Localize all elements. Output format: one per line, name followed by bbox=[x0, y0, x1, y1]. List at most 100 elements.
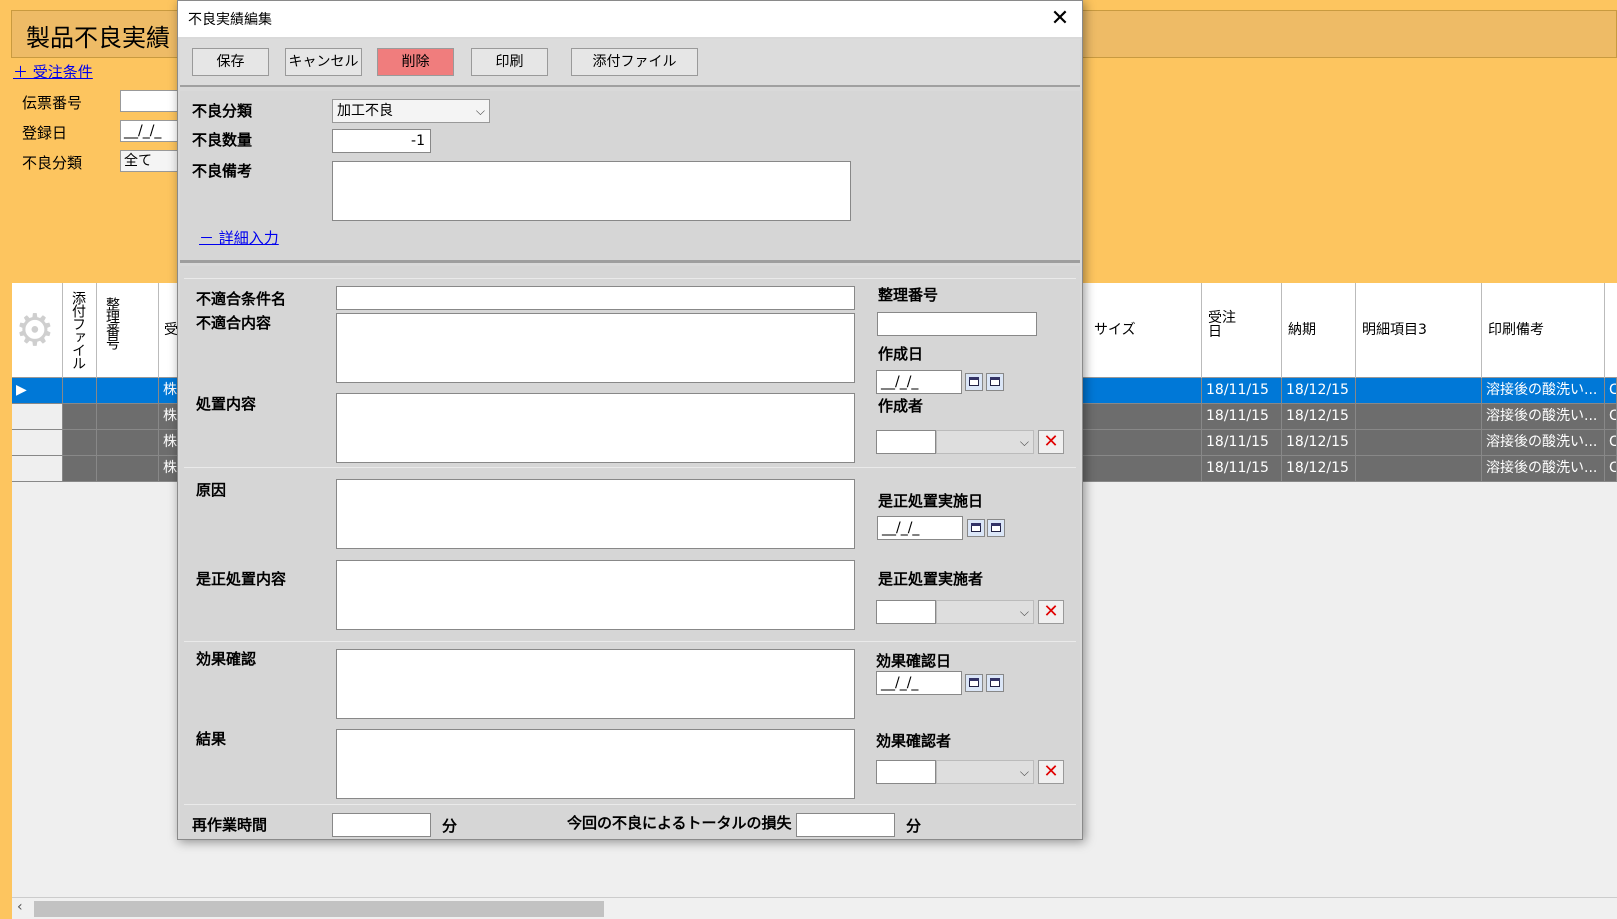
cell[interactable]: 株 bbox=[159, 404, 179, 430]
cancel-button[interactable]: キャンセル bbox=[285, 48, 362, 76]
calendar-grid-icon[interactable] bbox=[986, 674, 1004, 692]
total-loss-input[interactable] bbox=[796, 813, 895, 837]
attach-file-button[interactable]: 添付ファイル bbox=[571, 48, 698, 76]
cell[interactable] bbox=[1082, 430, 1202, 456]
cell[interactable] bbox=[1082, 404, 1202, 430]
cell[interactable] bbox=[97, 456, 159, 482]
grid-header-seiri[interactable]: 整理番号 bbox=[97, 283, 159, 378]
cell-detail3[interactable] bbox=[1356, 404, 1482, 430]
cell[interactable]: 株 bbox=[159, 456, 179, 482]
calendar-icon[interactable] bbox=[965, 373, 983, 391]
gear-icon[interactable]: ⚙ bbox=[15, 305, 54, 356]
corrective-person-clear-icon[interactable]: ✕ bbox=[1038, 600, 1064, 624]
calendar-icon[interactable] bbox=[967, 519, 985, 537]
defect-category-select[interactable]: 加工不良 ⌵ bbox=[332, 99, 490, 123]
grid-header-settings[interactable]: ⚙ bbox=[12, 283, 63, 378]
treatment-textarea[interactable] bbox=[336, 393, 855, 463]
cell[interactable] bbox=[1082, 456, 1202, 482]
creator-select[interactable]: ⌵ bbox=[936, 430, 1034, 454]
row-indicator[interactable] bbox=[12, 456, 63, 482]
rework-time-input[interactable] bbox=[332, 813, 431, 837]
cell-print-note[interactable]: 溶接後の酸洗い... bbox=[1482, 378, 1605, 404]
dialog-titlebar: 不良実績編集 ✕ bbox=[178, 1, 1082, 37]
filter-label-defect-category: 不良分類 bbox=[22, 154, 83, 172]
grid-header-order-date[interactable]: 受注日 bbox=[1202, 283, 1282, 378]
corrective-person-select[interactable]: ⌵ bbox=[936, 600, 1034, 624]
print-button[interactable]: 印刷 bbox=[471, 48, 548, 76]
cell[interactable] bbox=[63, 404, 97, 430]
row-indicator[interactable] bbox=[12, 404, 63, 430]
cell-detail3[interactable] bbox=[1356, 378, 1482, 404]
filter-select-defect-category[interactable]: 全て bbox=[120, 150, 180, 172]
grid-header-seiri-label: 整理番号 bbox=[104, 297, 120, 349]
corrective-person-code-input[interactable] bbox=[876, 600, 936, 624]
effect-person-code-input[interactable] bbox=[876, 760, 936, 784]
save-button[interactable]: 保存 bbox=[192, 48, 269, 76]
cell[interactable]: C bbox=[1605, 378, 1617, 404]
cell[interactable] bbox=[63, 378, 97, 404]
cell[interactable] bbox=[1082, 378, 1202, 404]
detail-input-toggle-link[interactable]: － 詳細入力 bbox=[199, 227, 279, 248]
seiri-number-input[interactable] bbox=[877, 312, 1037, 336]
cell-detail3[interactable] bbox=[1356, 456, 1482, 482]
cell-print-note[interactable]: 溶接後の酸洗い... bbox=[1482, 404, 1605, 430]
chevron-down-icon: ⌵ bbox=[1019, 605, 1029, 619]
order-conditions-link[interactable]: ＋ 受注条件 bbox=[13, 61, 93, 82]
cell[interactable] bbox=[97, 404, 159, 430]
grid-header-due[interactable]: 納期 bbox=[1282, 283, 1356, 378]
effect-person-clear-icon[interactable]: ✕ bbox=[1038, 760, 1064, 784]
grid-header-size[interactable]: サイズ bbox=[1082, 283, 1202, 378]
cell[interactable]: C bbox=[1605, 456, 1617, 482]
defect-quantity-input[interactable]: -1 bbox=[332, 129, 431, 153]
row-indicator[interactable] bbox=[12, 430, 63, 456]
delete-button[interactable]: 削除 bbox=[377, 48, 454, 76]
cell-order-date[interactable]: 18/11/15 bbox=[1202, 456, 1282, 482]
cell-due[interactable]: 18/12/15 bbox=[1282, 378, 1356, 404]
row-indicator[interactable]: ▶ bbox=[12, 378, 63, 404]
grid-header-print-note[interactable]: 印刷備考 bbox=[1482, 283, 1605, 378]
cell[interactable] bbox=[63, 456, 97, 482]
creator-code-input[interactable] bbox=[876, 430, 936, 454]
cell-due[interactable]: 18/12/15 bbox=[1282, 404, 1356, 430]
cell-print-note[interactable]: 溶接後の酸洗い... bbox=[1482, 430, 1605, 456]
grid-header-ju[interactable]: 受 bbox=[159, 283, 179, 378]
filter-input-registered-date[interactable]: __/_/_ bbox=[120, 120, 180, 142]
created-date-input[interactable]: __/_/_ bbox=[876, 370, 962, 394]
effect-date-input[interactable]: __/_/_ bbox=[876, 671, 962, 695]
cell-detail3[interactable] bbox=[1356, 430, 1482, 456]
creator-clear-icon[interactable]: ✕ bbox=[1038, 430, 1064, 454]
cell-print-note[interactable]: 溶接後の酸洗い... bbox=[1482, 456, 1605, 482]
calendar-grid-icon[interactable] bbox=[987, 519, 1005, 537]
cause-textarea[interactable] bbox=[336, 479, 855, 549]
effect-person-select[interactable]: ⌵ bbox=[936, 760, 1034, 784]
corrective-date-input[interactable]: __/_/_ bbox=[877, 516, 963, 540]
nc-condition-input[interactable] bbox=[336, 286, 855, 310]
cell[interactable]: 株 bbox=[159, 430, 179, 456]
horizontal-scrollbar[interactable]: ‹ bbox=[12, 897, 1617, 919]
cell-due[interactable]: 18/12/15 bbox=[1282, 430, 1356, 456]
close-icon[interactable]: ✕ bbox=[1046, 5, 1074, 33]
filter-input-slip-number[interactable] bbox=[120, 90, 180, 112]
cell[interactable] bbox=[63, 430, 97, 456]
calendar-grid-icon[interactable] bbox=[986, 373, 1004, 391]
scrollbar-thumb[interactable] bbox=[34, 901, 604, 917]
cell[interactable]: C bbox=[1605, 404, 1617, 430]
cell[interactable]: 株 bbox=[159, 378, 179, 404]
grid-header-attach[interactable]: 添付ファイル bbox=[63, 283, 97, 378]
cell[interactable] bbox=[97, 378, 159, 404]
calendar-icon[interactable] bbox=[965, 674, 983, 692]
cell[interactable]: C bbox=[1605, 430, 1617, 456]
cell-due[interactable]: 18/12/15 bbox=[1282, 456, 1356, 482]
defect-note-textarea[interactable] bbox=[332, 161, 851, 221]
effect-check-textarea[interactable] bbox=[336, 649, 855, 719]
corrective-action-label: 是正処置内容 bbox=[196, 570, 287, 588]
grid-header-detail3[interactable]: 明細項目3 bbox=[1356, 283, 1482, 378]
cell-order-date[interactable]: 18/11/15 bbox=[1202, 430, 1282, 456]
cell-order-date[interactable]: 18/11/15 bbox=[1202, 378, 1282, 404]
result-textarea[interactable] bbox=[336, 729, 855, 799]
cell-order-date[interactable]: 18/11/15 bbox=[1202, 404, 1282, 430]
cell[interactable] bbox=[97, 430, 159, 456]
chevron-left-icon[interactable]: ‹ bbox=[17, 899, 23, 915]
corrective-action-textarea[interactable] bbox=[336, 560, 855, 630]
nc-content-textarea[interactable] bbox=[336, 313, 855, 383]
